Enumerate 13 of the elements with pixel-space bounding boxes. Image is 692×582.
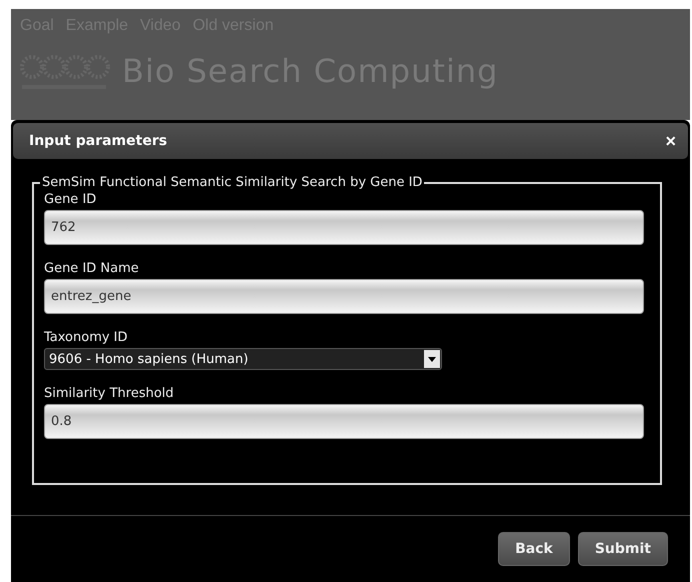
close-button[interactable]: × <box>665 130 676 152</box>
field-label: Gene ID <box>44 192 98 207</box>
input-field[interactable]: 762 <box>44 210 644 245</box>
fieldset-legend: SemSim Functional Semantic Similarity Search by Gene ID <box>40 175 424 190</box>
input-field[interactable]: entrez_gene <box>44 279 644 314</box>
submit-button[interactable]: Submit <box>578 532 668 566</box>
input-field[interactable]: 0.8 <box>44 404 644 439</box>
taxonomy-dropdown[interactable]: 9606 - Homo sapiens (Human) <box>44 348 442 370</box>
field-label: Gene ID Name <box>44 261 140 276</box>
field-label: Similarity Threshold <box>44 386 175 401</box>
field-label: Taxonomy ID <box>44 330 129 345</box>
back-button[interactable]: Back <box>498 532 570 566</box>
dialog-title: Input parameters <box>29 133 168 149</box>
